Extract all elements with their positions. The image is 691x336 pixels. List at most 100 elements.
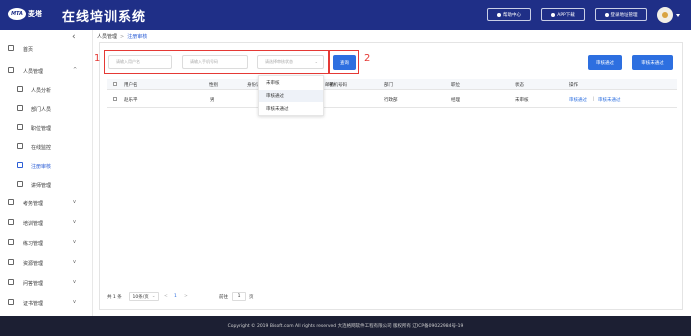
- sidebar-item-label: 在线监控: [31, 145, 52, 151]
- dropdown-option-unreviewed[interactable]: 未审核: [259, 77, 323, 89]
- logo: MTA 麦塔: [8, 8, 42, 20]
- user-icon: [8, 67, 14, 73]
- app-title: 在线培训系统: [62, 10, 147, 25]
- home-icon: [8, 45, 14, 51]
- location-icon: [604, 12, 609, 17]
- sidebar-item-online-monitor[interactable]: 在线监控: [0, 141, 93, 153]
- column-header-gender: 性别: [209, 83, 218, 88]
- sidebar-item-qa-management[interactable]: 问答管理 v: [0, 277, 93, 289]
- breadcrumb-separator: >: [120, 34, 125, 40]
- cell-position: 经理: [451, 98, 460, 103]
- collapse-sidebar-icon[interactable]: ‹: [72, 32, 76, 42]
- action-separator: |: [593, 97, 595, 102]
- avatar-head-icon: [662, 12, 668, 18]
- qa-icon: [8, 279, 14, 285]
- sidebar-item-teacher-management[interactable]: 讲师管理: [0, 179, 93, 191]
- column-header-username: 用户名: [124, 83, 138, 88]
- position-icon: [17, 124, 23, 130]
- teacher-icon: [17, 181, 23, 187]
- sidebar-item-personnel[interactable]: 人员管理 ^: [0, 65, 93, 77]
- exam-icon: [8, 199, 14, 205]
- sidebar-item-certificate-management[interactable]: 证书管理 v: [0, 297, 93, 309]
- sidebar-item-label: 部门人员: [31, 107, 52, 113]
- chevron-down-icon[interactable]: [676, 14, 680, 17]
- chevron-down-icon: v: [73, 239, 76, 245]
- query-button[interactable]: 查询: [333, 55, 356, 70]
- breadcrumb-current: 注册审核: [127, 34, 148, 40]
- row-checkbox[interactable]: [113, 97, 117, 101]
- footer-copyright: Copyright © 2019 Bisoft.com All rights r…: [227, 324, 464, 329]
- monitor-icon: [17, 143, 23, 149]
- sidebar-item-home[interactable]: 首页: [0, 43, 93, 55]
- sidebar: ‹ 首页 人员管理 ^ 人员分析 部门人员 职位管理 在线监控 注册审核 讲师管…: [0, 30, 93, 316]
- sidebar-item-label: 讲师管理: [31, 183, 52, 189]
- chevron-down-icon: v: [73, 259, 76, 265]
- sidebar-item-label: 培训管理: [23, 221, 44, 227]
- total-count: 共 1 条: [107, 295, 122, 300]
- sidebar-item-exam-management[interactable]: 考务管理 v: [0, 197, 93, 209]
- logo-brand: 麦塔: [28, 10, 42, 18]
- prev-page-button[interactable]: <: [164, 294, 168, 299]
- chevron-down-icon: ⌄: [151, 294, 156, 299]
- table-row: 赵乐平 男 行政部 经理 未审核 审核通过 | 审核未通过: [107, 90, 677, 108]
- cell-username: 赵乐平: [124, 98, 138, 103]
- cell-gender: 男: [210, 98, 215, 103]
- sidebar-item-position-management[interactable]: 职位管理: [0, 122, 93, 134]
- logo-mark: MTA: [8, 8, 26, 20]
- chevron-down-icon: v: [73, 219, 76, 225]
- page-size-select[interactable]: 10条/页 ⌄: [129, 292, 159, 301]
- dropdown-option-approved[interactable]: 审核通过: [259, 90, 323, 102]
- sidebar-item-resource-management[interactable]: 资源管理 v: [0, 257, 93, 269]
- sidebar-item-label: 考务管理: [23, 201, 44, 207]
- help-center-button[interactable]: 帮助中心: [487, 8, 531, 21]
- certificate-icon: [8, 299, 14, 305]
- group-icon: [17, 105, 23, 111]
- select-all-checkbox[interactable]: [113, 82, 117, 86]
- approve-button[interactable]: 审核通过: [588, 55, 622, 70]
- table-header: 用户名 性别 身份证 邮箱 手机号码 部门 职位 状态 操作: [107, 79, 677, 90]
- column-header-position: 职位: [451, 83, 460, 88]
- sidebar-item-label: 首页: [23, 47, 34, 53]
- annotation-box-1: [104, 50, 329, 74]
- sidebar-item-label: 问答管理: [23, 281, 44, 287]
- person-chart-icon: [17, 86, 23, 92]
- sidebar-item-label: 人员管理: [23, 69, 44, 75]
- app-download-label: APP下载: [557, 12, 575, 18]
- login-address-button[interactable]: 登录地址管理: [595, 8, 647, 21]
- next-page-button[interactable]: >: [184, 294, 188, 299]
- row-approve-link[interactable]: 审核通过: [569, 97, 587, 103]
- column-header-status: 状态: [515, 83, 524, 88]
- chevron-up-icon: ^: [73, 67, 78, 73]
- review-icon: [17, 162, 23, 168]
- goto-page-input[interactable]: 1: [232, 292, 246, 301]
- breadcrumb-parent[interactable]: 人员管理: [97, 34, 117, 40]
- cell-status: 未审核: [515, 98, 529, 103]
- column-header-department: 部门: [384, 83, 393, 88]
- sidebar-item-label: 人员分析: [31, 88, 52, 94]
- sidebar-item-registration-review[interactable]: 注册审核: [0, 160, 93, 172]
- sidebar-item-training-management[interactable]: 培训管理 v: [0, 217, 93, 229]
- current-page[interactable]: 1: [174, 294, 177, 299]
- row-reject-link[interactable]: 审核未通过: [598, 97, 621, 103]
- chevron-down-icon: v: [73, 279, 76, 285]
- annotation-label-2: 2: [364, 53, 371, 64]
- column-header-phone: 手机号码: [329, 83, 347, 88]
- training-icon: [8, 219, 14, 225]
- goto-label: 前往: [219, 295, 228, 300]
- avatar[interactable]: [657, 7, 673, 23]
- sidebar-item-personnel-analysis[interactable]: 人员分析: [0, 84, 93, 96]
- dropdown-option-rejected[interactable]: 审核未通过: [259, 103, 323, 115]
- sidebar-item-practice-management[interactable]: 练习管理 v: [0, 237, 93, 249]
- page-suffix: 页: [249, 295, 254, 300]
- help-icon: [497, 12, 501, 17]
- sidebar-item-label: 职位管理: [31, 126, 52, 132]
- status-dropdown: 未审核 审核通过 审核未通过: [258, 75, 324, 116]
- help-center-label: 帮助中心: [503, 12, 521, 18]
- practice-icon: [8, 239, 14, 245]
- app-download-button[interactable]: APP下载: [541, 8, 585, 21]
- sidebar-item-label: 注册审核: [31, 164, 52, 170]
- cell-department: 行政部: [384, 98, 398, 103]
- sidebar-item-department-staff[interactable]: 部门人员: [0, 103, 93, 115]
- sidebar-item-label: 练习管理: [23, 241, 44, 247]
- reject-button[interactable]: 审核未通过: [632, 55, 673, 70]
